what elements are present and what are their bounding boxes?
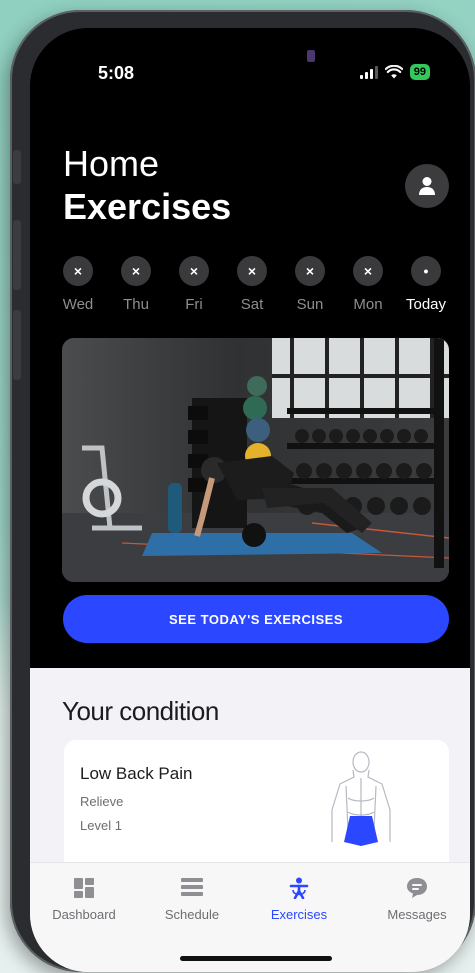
tab-messages[interactable]: Messages (372, 877, 462, 922)
missed-icon: × (353, 256, 383, 286)
day-label: Sun (296, 296, 324, 313)
profile-button[interactable] (405, 164, 449, 208)
day-wed[interactable]: × Wed (52, 256, 104, 313)
lower-back-anatomy-icon (331, 751, 391, 846)
volume-down-button (13, 310, 21, 380)
privacy-indicator (307, 50, 315, 62)
cellular-signal-icon (359, 65, 378, 79)
section-heading: Your condition (62, 696, 219, 726)
home-indicator (180, 956, 332, 961)
screen: 5:08 99 Home Exercises × Wed × Thu × Fri… (30, 28, 470, 972)
condition-goal: Relieve (80, 794, 124, 809)
day-mon[interactable]: × Mon (342, 256, 394, 313)
condition-level: Level 1 (80, 818, 122, 833)
day-sat[interactable]: × Sat (226, 256, 278, 313)
current-day-dot-icon: • (411, 256, 441, 286)
exercises-icon (289, 877, 309, 899)
exercise-hero-image (62, 338, 449, 582)
page-title-line2: Exercises (63, 186, 232, 227)
missed-icon: × (237, 256, 267, 286)
missed-icon: × (121, 256, 151, 286)
wifi-icon (384, 65, 403, 79)
missed-icon: × (295, 256, 325, 286)
tab-label: Dashboard (52, 907, 116, 922)
volume-up-button (13, 220, 21, 290)
day-label: Today (405, 296, 447, 313)
day-label: Wed (62, 296, 94, 313)
tab-label: Schedule (164, 907, 220, 922)
see-todays-exercises-button[interactable]: SEE TODAY'S EXERCISES (63, 595, 449, 643)
condition-name: Low Back Pain (80, 764, 193, 783)
page-title: Home Exercises (63, 143, 231, 229)
missed-icon: × (63, 256, 93, 286)
tab-exercises[interactable]: Exercises (254, 877, 344, 922)
tab-label: Exercises (270, 907, 328, 922)
tab-label: Messages (387, 907, 447, 922)
messages-icon (407, 878, 427, 898)
schedule-icon (181, 878, 203, 896)
missed-icon: × (179, 256, 209, 286)
week-streak: × Wed × Thu × Fri × Sat × Sun × Mon • To… (52, 256, 452, 313)
day-fri[interactable]: × Fri (168, 256, 220, 313)
day-label: Fri (185, 296, 203, 313)
day-thu[interactable]: × Thu (110, 256, 162, 313)
tab-dashboard[interactable]: Dashboard (39, 877, 129, 922)
user-icon (419, 177, 435, 195)
tab-schedule[interactable]: Schedule (147, 877, 237, 922)
status-icons: 99 (359, 64, 430, 80)
page-title-line1: Home (63, 143, 160, 184)
dashboard-icon (74, 878, 94, 898)
day-sun[interactable]: × Sun (284, 256, 336, 313)
day-today[interactable]: • Today (400, 256, 452, 313)
mute-switch (13, 150, 21, 184)
day-label: Mon (353, 296, 383, 313)
battery-indicator: 99 (409, 64, 430, 80)
day-label: Sat (240, 296, 264, 313)
status-time: 5:08 (98, 63, 135, 83)
day-label: Thu (123, 296, 149, 313)
phone-frame: 5:08 99 Home Exercises × Wed × Thu × Fri… (10, 10, 475, 972)
